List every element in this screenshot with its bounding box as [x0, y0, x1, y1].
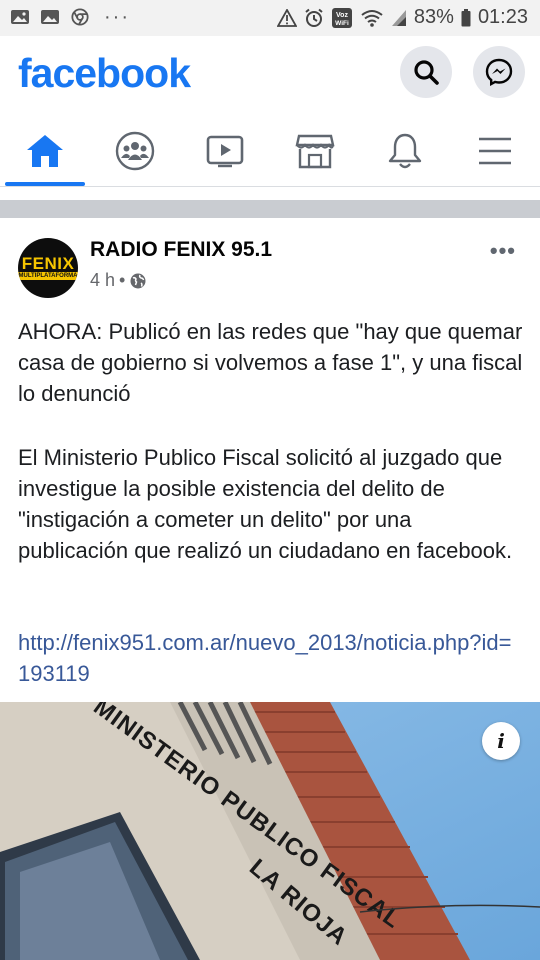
nav-watch[interactable]: [180, 116, 270, 186]
alarm-icon: [305, 8, 323, 27]
status-right: Voz WiFi 83% 01:23: [276, 6, 528, 29]
volte-wifi-icon: VozWiFi: [331, 7, 352, 28]
nav-active-indicator: [5, 182, 85, 186]
post-options-button[interactable]: •••: [490, 238, 516, 264]
wifi-icon: [361, 9, 383, 27]
meta-separator: •: [119, 270, 126, 290]
avatar-logo-subtext: MULTIPLATAFORMA: [18, 272, 78, 280]
clock-time: 01:23: [477, 6, 528, 28]
chrome-icon: [71, 8, 89, 26]
nav-home[interactable]: [0, 116, 90, 186]
nav-groups[interactable]: [90, 116, 180, 186]
post-meta: 4 h •: [90, 270, 147, 291]
main-nav: [0, 116, 540, 187]
post-time[interactable]: 4 h: [90, 270, 115, 291]
battery-icon: [461, 8, 471, 26]
status-bar: ··· Voz WiFi 83% 01:23: [0, 0, 540, 36]
overflow-dots: ···: [104, 6, 130, 28]
nav-notifications[interactable]: [360, 116, 450, 186]
facebook-logo[interactable]: facebook: [18, 50, 191, 97]
search-button[interactable]: [400, 46, 452, 98]
nav-marketplace[interactable]: [270, 116, 360, 186]
post-link[interactable]: http://fenix951.com.ar/nuevo_2013/notici…: [18, 630, 512, 686]
warning-icon: [276, 8, 297, 27]
svg-text:Voz: Voz: [336, 12, 348, 19]
page-avatar[interactable]: FENIX MULTIPLATAFORMA: [18, 238, 78, 298]
home-icon: [27, 135, 63, 167]
post-link-paragraph: http://fenix951.com.ar/nuevo_2013/notici…: [18, 627, 523, 689]
svg-text:WiFi: WiFi: [335, 20, 349, 27]
image-icon: [11, 10, 29, 24]
building-photo: MINISTERIO PUBLICO FISCAL LA RIOJA: [0, 702, 540, 960]
nav-menu[interactable]: [450, 116, 540, 186]
info-button[interactable]: i: [482, 722, 520, 760]
image-icon: [41, 10, 59, 24]
signal-icon: [391, 9, 406, 26]
notifications-icon: [388, 133, 422, 169]
post-headline: AHORA: Publicó en las redes que "hay que…: [18, 319, 523, 406]
search-icon: [414, 60, 439, 85]
groups-icon: [115, 131, 155, 171]
battery-percent: 83%: [413, 6, 454, 28]
marketplace-icon: [295, 134, 335, 169]
post-body: El Ministerio Publico Fiscal solicitó al…: [18, 445, 513, 563]
app-header: facebook: [0, 36, 540, 116]
status-left-icons: ···: [10, 6, 130, 28]
menu-icon: [479, 137, 511, 165]
watch-icon: [206, 135, 244, 168]
messenger-button[interactable]: [473, 46, 525, 98]
avatar-logo-text: FENIX: [21, 254, 75, 273]
messenger-icon: [485, 58, 513, 86]
page-name[interactable]: RADIO FENIX 95.1: [90, 238, 272, 262]
feed-separator: [0, 200, 540, 218]
globe-icon: [130, 273, 146, 288]
post-image[interactable]: MINISTERIO PUBLICO FISCAL LA RIOJA i: [0, 702, 540, 960]
feed-post: FENIX MULTIPLATAFORMA RADIO FENIX 95.1 4…: [0, 218, 540, 960]
